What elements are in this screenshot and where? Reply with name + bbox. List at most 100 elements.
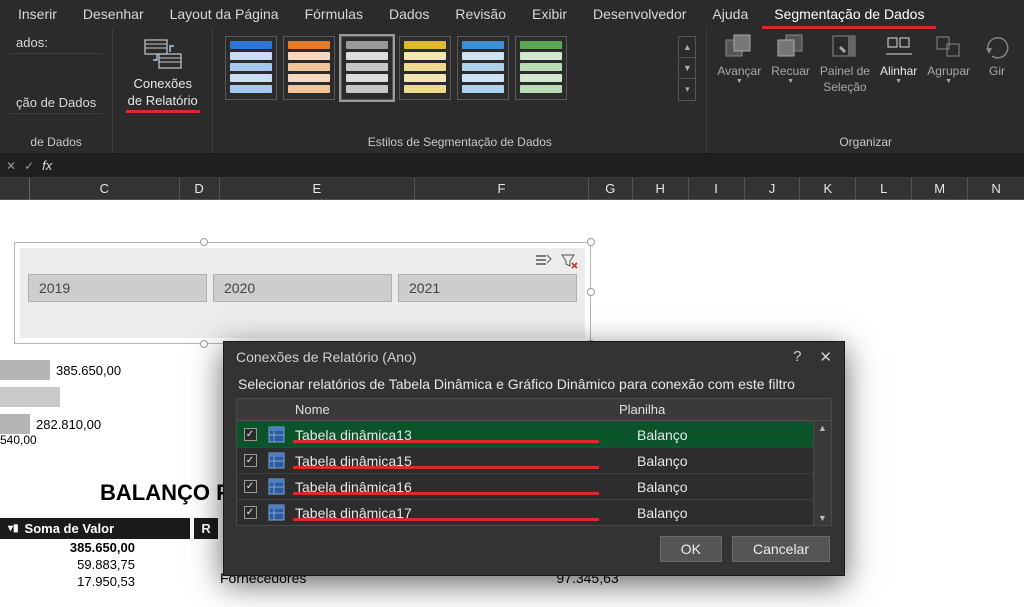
gallery-down-icon[interactable]: ▼ xyxy=(679,58,695,79)
table-row[interactable]: ✓Tabela dinâmica15Balanço xyxy=(237,447,831,473)
row-checkbox[interactable]: ✓ xyxy=(237,480,263,493)
slicer-style-gallery[interactable]: ▲ ▼ ▾ xyxy=(223,32,696,100)
table-row[interactable]: ✓Tabela dinâmica17Balanço xyxy=(237,499,831,525)
cancel-icon[interactable]: ✕ xyxy=(6,159,16,173)
slicer-style-option[interactable] xyxy=(457,36,509,100)
ribbon-body: ados: ção de Dados de Dados xyxy=(0,28,1024,154)
formula-bar: ✕ ✓ fx xyxy=(0,154,1024,178)
tab-inserir[interactable]: Inserir xyxy=(6,2,69,26)
tab-segmentacao[interactable]: Segmentação de Dados xyxy=(762,2,936,26)
row-sheet: Balanço xyxy=(631,505,831,521)
col-I[interactable]: I xyxy=(689,178,745,199)
tab-exibir[interactable]: Exibir xyxy=(520,2,579,26)
pivot-table-icon xyxy=(263,504,289,521)
slicer-style-option[interactable] xyxy=(341,36,393,100)
ok-button[interactable]: OK xyxy=(660,536,722,562)
row-checkbox[interactable]: ✓ xyxy=(237,454,263,467)
tab-desenvolvedor[interactable]: Desenvolvedor xyxy=(581,2,698,26)
dialog-subtitle: Selecionar relatórios de Tabela Dinâmica… xyxy=(224,374,844,398)
dialog-table: Nome Planilha ✓Tabela dinâmica13Balanço✓… xyxy=(236,398,832,526)
bring-forward-button[interactable]: Avançar ▼ xyxy=(717,32,761,85)
dialog-scrollbar[interactable]: ▲ ▼ xyxy=(813,421,831,525)
slicer-item-2019[interactable]: 2019 xyxy=(28,274,207,302)
pivot-table-icon xyxy=(263,478,289,495)
chevron-down-icon: ▼ xyxy=(895,78,902,85)
annotation-underline xyxy=(293,492,599,495)
slicer-item-2020[interactable]: 2020 xyxy=(213,274,392,302)
tab-revisao[interactable]: Revisão xyxy=(443,2,518,26)
row-checkbox[interactable]: ✓ xyxy=(237,428,263,441)
tab-formulas[interactable]: Fórmulas xyxy=(293,2,375,26)
annotation-underline xyxy=(293,440,599,443)
selection-handle[interactable] xyxy=(587,238,595,246)
tab-ajuda[interactable]: Ajuda xyxy=(700,2,760,26)
selection-handle[interactable] xyxy=(587,288,595,296)
selection-handle[interactable] xyxy=(200,238,208,246)
col-N[interactable]: N xyxy=(968,178,1024,199)
gallery-scroll[interactable]: ▲ ▼ ▾ xyxy=(678,36,696,101)
col-K[interactable]: K xyxy=(800,178,856,199)
selection-pane-button[interactable]: Painel de Seleção xyxy=(820,32,870,94)
accept-icon[interactable]: ✓ xyxy=(24,159,34,173)
col-M[interactable]: M xyxy=(912,178,968,199)
pivot-value: 17.950,53 xyxy=(0,574,135,589)
fx-icon[interactable]: fx xyxy=(42,158,52,173)
slicer-style-option[interactable] xyxy=(225,36,277,100)
scroll-up-icon[interactable]: ▲ xyxy=(818,423,827,433)
ribbon-tabs: Inserir Desenhar Layout da Página Fórmul… xyxy=(0,0,1024,28)
col-D[interactable]: D xyxy=(180,178,220,199)
close-icon[interactable]: ✕ xyxy=(819,348,832,366)
col-G[interactable]: G xyxy=(589,178,633,199)
col-C[interactable]: C xyxy=(30,178,180,199)
table-row[interactable]: ✓Tabela dinâmica13Balanço xyxy=(237,421,831,447)
tab-dados[interactable]: Dados xyxy=(377,2,441,26)
table-row[interactable]: ✓Tabela dinâmica16Balanço xyxy=(237,473,831,499)
selection-handle[interactable] xyxy=(200,340,208,348)
pivot-table-icon xyxy=(263,426,289,443)
slicer-style-option[interactable] xyxy=(283,36,335,100)
col-H[interactable]: H xyxy=(633,178,689,199)
gallery-up-icon[interactable]: ▲ xyxy=(679,37,695,58)
slicer-style-option[interactable] xyxy=(515,36,567,100)
dialog-title: Conexões de Relatório (Ano) xyxy=(236,349,417,365)
multiselect-icon[interactable] xyxy=(533,252,553,270)
col-header-nome[interactable]: Nome xyxy=(289,399,613,420)
col-L[interactable]: L xyxy=(856,178,912,199)
scroll-down-icon[interactable]: ▼ xyxy=(818,513,827,523)
pivot-hdr-soma[interactable]: ▾▮ Soma de Valor xyxy=(0,518,190,539)
tab-desenhar[interactable]: Desenhar xyxy=(71,2,156,26)
tab-layout[interactable]: Layout da Página xyxy=(158,2,291,26)
slicer-item-2021[interactable]: 2021 xyxy=(398,274,577,302)
col-E[interactable]: E xyxy=(220,178,416,199)
arrange-group-label: Organizar xyxy=(717,132,1014,151)
slicer-style-option[interactable] xyxy=(399,36,451,100)
annotation-underline xyxy=(293,518,599,521)
cancel-button[interactable]: Cancelar xyxy=(732,536,830,562)
annotation-underline xyxy=(126,110,200,113)
col-F[interactable]: F xyxy=(415,178,589,199)
styles-group-label: Estilos de Segmentação de Dados xyxy=(223,132,696,151)
column-headers: C D E F G H I J K L M N xyxy=(0,178,1024,200)
clear-filter-icon[interactable] xyxy=(559,252,579,270)
help-icon[interactable]: ? xyxy=(793,348,801,366)
caption-input[interactable]: ção de Dados xyxy=(10,92,102,114)
slicer-ano[interactable]: 2019 2020 2021 xyxy=(20,248,585,338)
row-sheet: Balanço xyxy=(631,427,831,443)
col-header-planilha[interactable]: Planilha xyxy=(613,399,813,420)
row-sheet: Balanço xyxy=(631,479,831,495)
report-connections-label-2: de Relatório xyxy=(128,93,198,108)
align-button[interactable]: Alinhar ▼ xyxy=(880,32,917,85)
report-connections-label-1: Conexões xyxy=(133,76,192,91)
pivot-value: 385.650,00 xyxy=(0,540,135,555)
report-connections-button[interactable]: Conexões de Relatório xyxy=(124,32,202,110)
rotate-button[interactable]: Gir xyxy=(980,32,1014,78)
caption-group-label: de Dados xyxy=(10,132,102,151)
row-checkbox[interactable]: ✓ xyxy=(237,506,263,519)
col-J[interactable]: J xyxy=(745,178,801,199)
gallery-more-icon[interactable]: ▾ xyxy=(679,79,695,100)
send-backward-button[interactable]: Recuar ▼ xyxy=(771,32,810,85)
group-button[interactable]: Agrupar ▼ xyxy=(927,32,970,85)
report-connections-icon xyxy=(140,34,186,74)
pivot-table-icon xyxy=(263,452,289,469)
pivot-hdr-r[interactable]: R xyxy=(194,518,218,539)
